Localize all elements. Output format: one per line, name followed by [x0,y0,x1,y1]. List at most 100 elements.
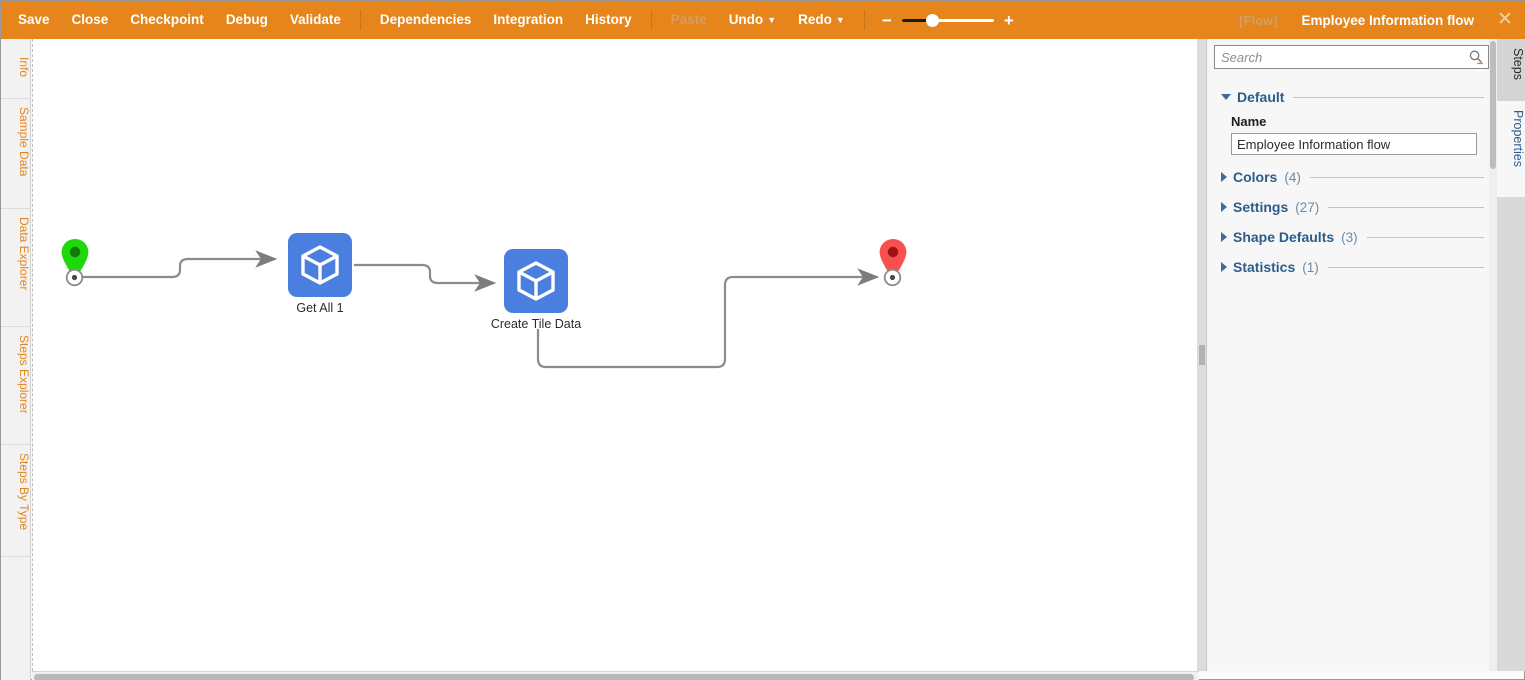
end-port[interactable] [883,268,902,287]
section-divider [1366,236,1484,238]
chevron-right-icon [1221,232,1227,242]
chevron-right-icon [1221,262,1227,272]
section-shape-defaults[interactable]: Shape Defaults (3) [1221,229,1484,245]
panel-tab-steps-label: Steps [1511,48,1525,80]
chevron-down-icon: ▼ [835,15,845,26]
debug-button-label: Debug [225,12,268,27]
chevron-down-icon [1221,94,1231,100]
section-shape-defaults-title: Shape Defaults [1233,229,1335,245]
properties-vertical-scroll-thumb[interactable] [1490,41,1496,169]
chevron-right-icon [1221,202,1227,212]
flow-type-tag: [Flow] [1239,12,1278,28]
toolbar-group-edit: Paste Undo ▼ Redo ▼ [660,1,856,39]
undo-button[interactable]: Undo ▼ [718,1,787,39]
flow-canvas-container[interactable]: Get All 1 Create Tile Data [32,39,1199,671]
sidebar-tab-steps-explorer-label: Steps Explorer [17,335,31,414]
section-colors[interactable]: Colors (4) [1221,169,1484,185]
sidebar-tab-data-explorer[interactable]: Data Explorer [1,209,31,327]
history-button-label: History [585,12,632,27]
save-button-label: Save [18,12,50,27]
properties-search-row [1214,45,1489,69]
cube-icon [517,261,555,301]
section-divider [1328,206,1484,208]
sidebar-tab-steps-by-type-label: Steps By Type [17,453,31,531]
flow-step-create-tile-data-label: Create Tile Data [490,317,582,331]
top-toolbar: Save Close Checkpoint Debug Validate Depende… [1,1,1525,39]
section-divider [1309,176,1484,178]
section-colors-title: Colors [1233,169,1278,185]
flow-step-get-all-1[interactable] [288,233,352,297]
start-port[interactable] [65,268,84,287]
sidebar-tab-steps-by-type[interactable]: Steps By Type [1,445,31,557]
close-button-label: Close [71,12,109,27]
toolbar-group-file: Save Close Checkpoint Debug Validate [1,1,352,39]
properties-vertical-scrollbar[interactable] [1489,39,1497,671]
zoom-out-button[interactable]: − [879,12,895,29]
canvas-horizontal-scrollbar[interactable] [32,671,1199,680]
sidebar-tab-data-explorer-label: Data Explorer [17,217,31,291]
redo-button-label: Redo [798,11,832,27]
document-title: Employee Information flow [1301,12,1474,28]
validate-button-label: Validate [289,12,341,27]
panel-tab-properties[interactable]: Properties [1497,101,1525,197]
properties-sections: Default Name Colors (4) Settings (27) Shape De… [1207,77,1498,671]
zoom-in-button[interactable]: + [1001,12,1017,29]
canvas-horizontal-scroll-thumb[interactable] [34,674,1194,680]
sidebar-tab-sample-data-label: Sample Data [17,107,31,177]
history-button[interactable]: History [574,1,643,39]
paste-button: Paste [660,1,718,39]
checkpoint-button[interactable]: Checkpoint [119,1,215,39]
flow-step-create-tile-data[interactable] [504,249,568,313]
sidebar-tab-info[interactable]: Info [1,49,31,99]
panel-splitter[interactable] [1197,39,1206,671]
close-icon[interactable]: ✕ [1488,1,1522,39]
search-input[interactable] [1214,45,1489,69]
section-divider [1293,96,1484,98]
redo-button[interactable]: Redo ▼ [787,1,856,39]
dependencies-button[interactable]: Dependencies [369,1,483,39]
panel-tab-steps[interactable]: Steps [1497,39,1525,101]
cube-icon [301,245,339,285]
panel-tab-properties-label: Properties [1511,110,1525,167]
section-settings[interactable]: Settings (27) [1221,199,1484,215]
section-settings-count: (27) [1295,199,1320,215]
right-tab-rail: Steps Properties [1497,39,1525,671]
close-button[interactable]: Close [61,1,120,39]
zoom-slider[interactable]: − + [879,12,1017,29]
zoom-slider-thumb[interactable] [925,13,939,27]
name-field[interactable] [1231,133,1477,155]
toolbar-group-tools: Dependencies Integration History [369,1,643,39]
splitter-grip-icon [1199,345,1204,365]
section-divider [1327,266,1484,268]
save-button[interactable]: Save [1,1,61,39]
toolbar-separator-3 [863,10,865,30]
sidebar-tab-info-label: Info [17,57,31,78]
undo-button-label: Undo [728,11,764,27]
debug-button[interactable]: Debug [215,1,279,39]
search-icon[interactable] [1468,49,1484,65]
sidebar-tab-steps-explorer[interactable]: Steps Explorer [1,327,31,445]
flow-step-get-all-1-label: Get All 1 [296,301,344,315]
integration-button[interactable]: Integration [482,1,574,39]
flow-canvas[interactable]: Get All 1 Create Tile Data [32,39,1198,671]
dependencies-button-label: Dependencies [379,12,472,27]
validate-button[interactable]: Validate [279,1,352,39]
paste-button-label: Paste [670,12,707,27]
toolbar-separator-1 [359,10,361,30]
flow-designer-window: Save Close Checkpoint Debug Validate Depende… [0,0,1525,680]
section-statistics[interactable]: Statistics (1) [1221,259,1484,275]
left-tab-rail: Info Sample Data Data Explorer Steps Explor… [1,39,31,680]
toolbar-right-group: [Flow] Employee Information flow ✕ [1229,1,1525,39]
connector-get-all-1-to-create-tile-data [354,263,497,292]
properties-panel: Default Name Colors (4) Settings (27) Shape De… [1206,39,1497,671]
section-colors-count: (4) [1284,169,1301,185]
section-statistics-title: Statistics [1233,259,1296,275]
zoom-slider-track[interactable] [901,13,994,27]
section-default[interactable]: Default [1221,89,1484,105]
sidebar-tab-sample-data[interactable]: Sample Data [1,99,31,209]
section-settings-title: Settings [1233,199,1289,215]
integration-button-label: Integration [493,12,564,27]
section-default-title: Default [1237,89,1285,105]
chevron-down-icon: ▼ [767,15,777,26]
toolbar-separator-2 [650,10,652,30]
